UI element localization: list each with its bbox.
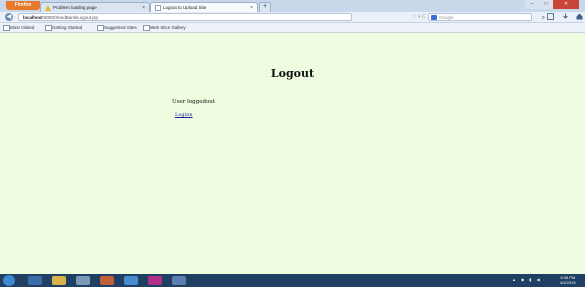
- url-host: localhost: [23, 15, 43, 20]
- warning-icon: [45, 5, 51, 11]
- page-icon: [143, 25, 150, 31]
- page-content: Logout User loggedout Loginn: [0, 33, 585, 274]
- toolbar-icons[interactable]: [547, 12, 583, 22]
- url-controls[interactable]: ☆ ▾ C: [412, 13, 425, 21]
- start-button[interactable]: [3, 275, 15, 286]
- explorer-icon[interactable]: [52, 276, 66, 285]
- bookmark-most-visited[interactable]: Most Visited: [2, 23, 34, 32]
- firefox-taskbar-icon[interactable]: [100, 276, 114, 285]
- download-icon[interactable]: [562, 13, 569, 20]
- app-icon[interactable]: [172, 276, 186, 285]
- google-icon: [431, 15, 437, 20]
- search-placeholder: Google: [439, 15, 454, 20]
- login-link[interactable]: Loginn: [175, 112, 193, 118]
- media-player-icon[interactable]: [76, 276, 90, 285]
- tab-problem-loading[interactable]: Problem loading page ×: [40, 2, 150, 12]
- logout-message: User loggedout: [172, 99, 216, 105]
- tab-close-icon[interactable]: ×: [142, 3, 145, 12]
- url-bar[interactable]: localhost:8080/SeedBank/Logout.jsp: [18, 13, 352, 21]
- home-icon[interactable]: [576, 13, 583, 20]
- maximize-button[interactable]: □: [539, 0, 553, 9]
- tab-logout-upload[interactable]: Logout to Upload Site ×: [150, 2, 258, 12]
- system-tray[interactable]: ▲ ◆ ▮ ◀: [512, 277, 542, 282]
- minimize-button[interactable]: –: [525, 0, 539, 9]
- folder-icon: [3, 25, 10, 31]
- visual-studio-icon[interactable]: [148, 276, 162, 285]
- bookmarks-bar: Most Visited Getting Started Suggested S…: [0, 23, 585, 33]
- page-icon: [45, 25, 52, 31]
- page-icon: [97, 25, 104, 31]
- tab-label: Logout to Upload Site: [163, 5, 207, 10]
- close-window-button[interactable]: ✕: [553, 0, 579, 9]
- bookmark-web-slice-gallery[interactable]: Web Slice Gallery: [142, 23, 186, 32]
- taskbar: ▲ ◆ ▮ ◀ 9:35 PM 4/4/2015: [0, 274, 585, 287]
- bookmark-suggested-sites[interactable]: Suggested Sites: [96, 23, 137, 32]
- search-icon[interactable]: ⌕: [542, 14, 545, 22]
- page-title: Logout: [270, 67, 315, 80]
- url-path: :8080/SeedBank/Logout.jsp: [42, 15, 99, 20]
- tab-label: Problem loading page: [53, 5, 97, 10]
- page-icon: [155, 5, 161, 11]
- tab-strip: Firefox Problem loading page × Logout to…: [0, 0, 585, 13]
- bookmark-getting-started[interactable]: Getting Started: [44, 23, 82, 32]
- back-button[interactable]: ◀: [5, 13, 13, 21]
- ie-icon[interactable]: [28, 276, 42, 285]
- navigation-bar: ◀ localhost:8080/SeedBank/Logout.jsp ☆ ▾…: [0, 12, 585, 23]
- clock-date: 4/4/2015: [560, 280, 576, 285]
- bookmarks-icon[interactable]: [547, 13, 554, 20]
- firefox-menu-button[interactable]: Firefox: [6, 1, 40, 10]
- tab-close-icon[interactable]: ×: [250, 3, 253, 12]
- search-input[interactable]: Google ⌕: [428, 13, 545, 21]
- clock[interactable]: 9:35 PM 4/4/2015: [560, 275, 576, 285]
- chrome-icon[interactable]: [124, 276, 138, 285]
